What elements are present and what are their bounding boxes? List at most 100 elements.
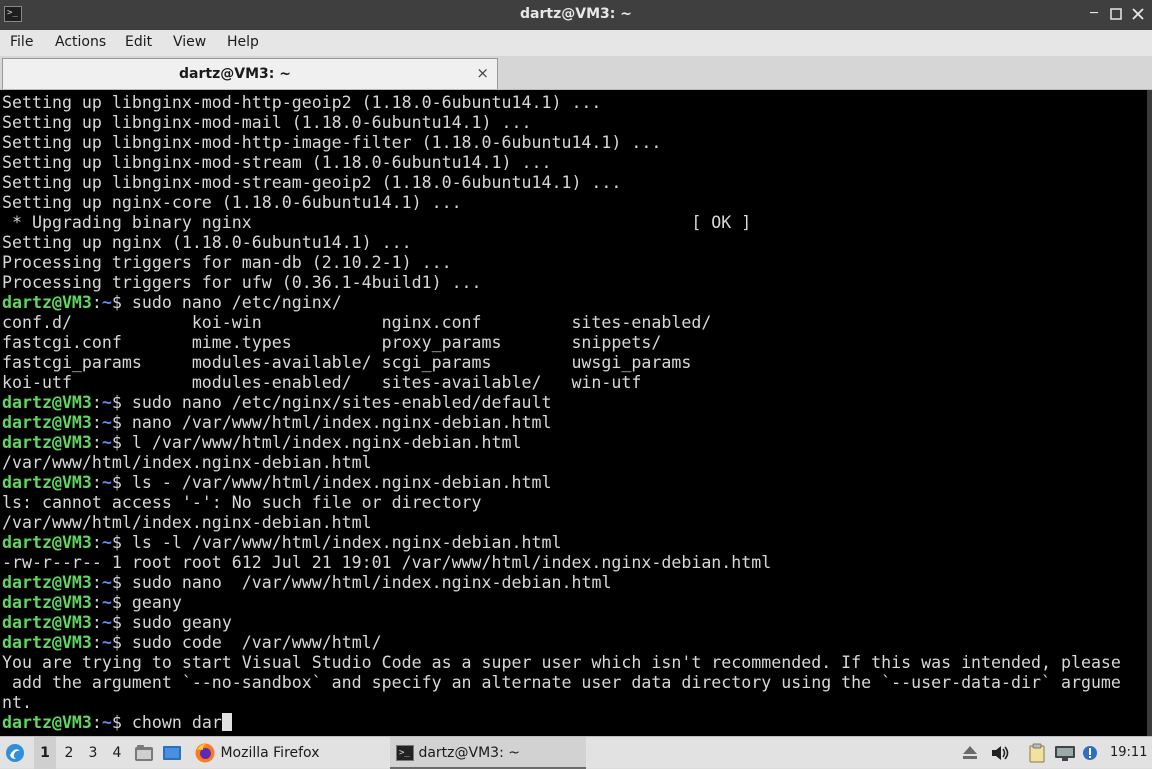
tab-bar: dartz@VM3: ~ × (0, 56, 1152, 90)
tab-close-icon[interactable]: × (476, 64, 489, 82)
prompt-separator: : (91, 533, 102, 552)
prompt-path: ~ (101, 713, 112, 732)
prompt-user: dartz@VM3 (2, 393, 92, 412)
scrollbar-thumb[interactable] (1147, 90, 1152, 736)
terminal-view[interactable]: Setting up libnginx-mod-http-geoip2 (1.1… (0, 90, 1152, 736)
terminal-icon: >_ (396, 745, 414, 761)
terminal-output-line: You are trying to start Visual Studio Co… (2, 653, 1121, 673)
close-button[interactable] (1128, 4, 1148, 24)
output-text: Setting up libnginx-mod-http-geoip2 (1.1… (2, 93, 602, 112)
terminal-prompt-line: dartz@VM3:~$ sudo nano /etc/nginx/ (2, 293, 1121, 313)
terminal-output-line: Setting up nginx-core (1.18.0-6ubuntu14.… (2, 193, 1121, 213)
terminal-cursor (221, 713, 232, 731)
tab-label: dartz@VM3: ~ (179, 66, 291, 82)
menu-view[interactable]: View (173, 34, 206, 50)
prompt-path: ~ (101, 413, 112, 432)
menu-edit[interactable]: Edit (125, 34, 152, 50)
notification-icon[interactable] (1082, 737, 1100, 769)
workspace-4[interactable]: 4 (106, 737, 128, 769)
command-text: $ sudo nano /etc/nginx/ (111, 293, 342, 312)
menu-help[interactable]: Help (227, 34, 259, 50)
show-desktop-icon[interactable] (162, 737, 184, 769)
terminal-prompt-line: dartz@VM3:~$ geany (2, 593, 1121, 613)
prompt-user: dartz@VM3 (2, 633, 92, 652)
terminal-output-line: Setting up libnginx-mod-stream-geoip2 (1… (2, 173, 1121, 193)
maximize-button[interactable] (1106, 4, 1126, 24)
task-terminal-label: dartz@VM3: ~ (418, 745, 520, 761)
clipboard-icon[interactable] (1028, 737, 1050, 769)
output-text: Setting up nginx-core (1.18.0-6ubuntu14.… (2, 193, 462, 212)
prompt-user: dartz@VM3 (2, 593, 92, 612)
command-text: $ sudo nano /etc/nginx/sites-enabled/def… (111, 393, 552, 412)
prompt-path: ~ (101, 473, 112, 492)
terminal-output-line: fastcgi_params modules-available/ scgi_p… (2, 353, 1121, 373)
terminal-output-line: Processing triggers for ufw (0.36.1-4bui… (2, 273, 1121, 293)
prompt-user: dartz@VM3 (2, 293, 92, 312)
lxqt-start-icon[interactable] (4, 737, 30, 769)
prompt-separator: : (91, 473, 102, 492)
minimize-button[interactable]: ─ (1084, 4, 1104, 24)
output-text: Setting up libnginx-mod-mail (1.18.0-6ub… (2, 113, 532, 132)
prompt-separator: : (91, 633, 102, 652)
prompt-path: ~ (101, 433, 112, 452)
network-icon[interactable] (1054, 737, 1078, 769)
prompt-separator: : (91, 433, 102, 452)
prompt-separator: : (91, 593, 102, 612)
output-text: ls: cannot access '-': No such file or d… (2, 493, 482, 512)
prompt-user: dartz@VM3 (2, 613, 92, 632)
output-text: add the argument `--no-sandbox` and spec… (2, 673, 1121, 692)
output-text: Setting up libnginx-mod-stream-geoip2 (1… (2, 173, 622, 192)
prompt-user: dartz@VM3 (2, 533, 92, 552)
prompt-path: ~ (101, 593, 112, 612)
prompt-path: ~ (101, 533, 112, 552)
terminal-output: Setting up libnginx-mod-http-geoip2 (1.1… (2, 93, 1121, 733)
output-text: Setting up libnginx-mod-stream (1.18.0-6… (2, 153, 552, 172)
terminal-output-line: Setting up libnginx-mod-stream (1.18.0-6… (2, 153, 1121, 173)
menu-file[interactable]: File (10, 34, 33, 50)
prompt-path: ~ (101, 573, 112, 592)
task-firefox[interactable]: Mozilla Firefox (192, 737, 374, 769)
output-text: nt. (2, 693, 32, 712)
output-text: fastcgi.conf mime.types proxy_params sni… (2, 333, 662, 352)
output-text: Processing triggers for man-db (2.10.2-1… (2, 253, 452, 272)
task-terminal[interactable]: >_ dartz@VM3: ~ (390, 737, 586, 769)
terminal-output-line: * Upgrading binary nginx [ OK ] (2, 213, 1121, 233)
terminal-prompt-line: dartz@VM3:~$ chown dar (2, 713, 1121, 733)
command-text: $ sudo code /var/www/html/ (111, 633, 382, 652)
command-text: $ nano /var/www/html/index.nginx-debian.… (111, 413, 552, 432)
file-manager-icon[interactable] (134, 737, 156, 769)
workspace-3[interactable]: 3 (82, 737, 104, 769)
prompt-separator: : (91, 573, 102, 592)
output-text: fastcgi_params modules-available/ scgi_p… (2, 353, 692, 372)
menu-actions[interactable]: Actions (55, 34, 106, 50)
output-text: conf.d/ koi-win nginx.conf sites-enabled… (2, 313, 712, 332)
volume-icon[interactable] (990, 737, 1012, 769)
tab-terminal[interactable]: dartz@VM3: ~ × (2, 58, 498, 89)
output-text: Setting up nginx (1.18.0-6ubuntu14.1) ..… (2, 233, 412, 252)
prompt-user: dartz@VM3 (2, 433, 92, 452)
prompt-separator: : (91, 393, 102, 412)
command-text: $ sudo geany (111, 613, 232, 632)
workspace-1[interactable]: 1 (34, 737, 56, 769)
command-text: $ l /var/www/html/index.nginx-debian.htm… (111, 433, 522, 452)
prompt-user: dartz@VM3 (2, 413, 92, 432)
terminal-prompt-line: dartz@VM3:~$ nano /var/www/html/index.ng… (2, 413, 1121, 433)
terminal-prompt-line: dartz@VM3:~$ ls - /var/www/html/index.ng… (2, 473, 1121, 493)
title-bar[interactable]: >_ dartz@VM3: ~ ─ (0, 0, 1152, 30)
terminal-output-line: -rw-r--r-- 1 root root 612 Jul 21 19:01 … (2, 553, 1121, 573)
command-text: $ ls - /var/www/html/index.nginx-debian.… (111, 473, 552, 492)
clock[interactable]: 19:11 (1110, 737, 1150, 769)
workspace-2[interactable]: 2 (58, 737, 80, 769)
terminal-scrollbar[interactable] (1147, 90, 1152, 736)
prompt-path: ~ (101, 613, 112, 632)
terminal-output-line: Setting up nginx (1.18.0-6ubuntu14.1) ..… (2, 233, 1121, 253)
output-text: koi-utf modules-enabled/ sites-available… (2, 373, 642, 392)
prompt-path: ~ (101, 633, 112, 652)
terminal-output-line: fastcgi.conf mime.types proxy_params sni… (2, 333, 1121, 353)
eject-icon[interactable] (962, 737, 980, 769)
command-text: $ chown dar (111, 713, 222, 732)
output-text: Processing triggers for ufw (0.36.1-4bui… (2, 273, 482, 292)
prompt-separator: : (91, 713, 102, 732)
terminal-output-line: add the argument `--no-sandbox` and spec… (2, 673, 1121, 693)
terminal-output-line: nt. (2, 693, 1121, 713)
